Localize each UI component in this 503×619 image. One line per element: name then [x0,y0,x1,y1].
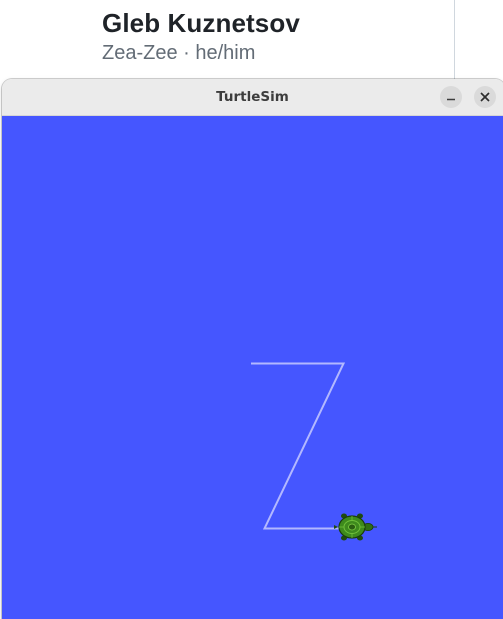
profile-subtitle: Zea-Zee · he/him [102,42,256,64]
turtlesim-window[interactable]: TurtleSim [2,79,503,619]
minimize-button[interactable] [440,86,462,108]
close-button[interactable] [474,86,496,108]
turtle-icon [334,513,377,541]
minimize-icon [447,98,455,101]
profile-name: Gleb Kuznetsov [102,8,300,38]
background-divider [454,0,455,80]
turtle-canvas[interactable] [2,116,503,619]
canvas-drawing [251,362,377,541]
window-titlebar[interactable]: TurtleSim [2,79,503,116]
close-icon [480,92,490,102]
turtle-trail [251,362,349,530]
window-title: TurtleSim [216,89,289,105]
